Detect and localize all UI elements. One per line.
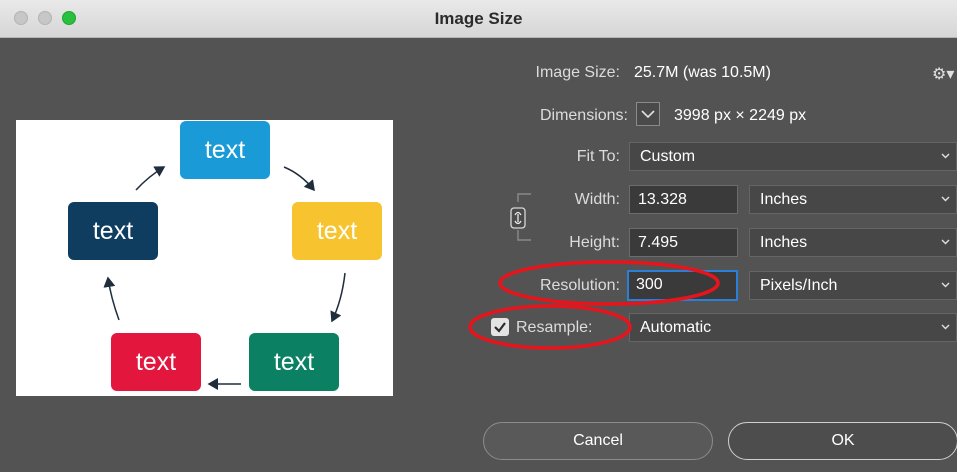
resample-select[interactable]: Automatic [629, 313, 957, 342]
dimensions-label: Dimensions: [539, 107, 628, 124]
diagram-box-top: text [180, 121, 270, 179]
chevron-down-icon [941, 324, 950, 330]
box-label: text [316, 216, 358, 245]
box-label: text [135, 347, 177, 376]
window-title: Image Size [434, 9, 523, 28]
fit-to-label: Fit To: [576, 148, 620, 165]
dimensions-unit-dropdown[interactable] [636, 102, 660, 126]
height-input[interactable]: 7.495 [629, 228, 738, 257]
chevron-down-icon [941, 153, 950, 159]
width-label: Width: [574, 191, 620, 208]
image-size-label: Image Size: [535, 64, 620, 81]
image-preview: text text text text text [16, 120, 393, 396]
resolution-unit-select[interactable]: Pixels/Inch [749, 271, 957, 300]
chevron-down-icon [941, 239, 950, 245]
box-label: text [273, 347, 315, 376]
checkmark-icon [494, 322, 506, 333]
chevron-down-icon [941, 282, 950, 288]
diagram-box-left: text [68, 202, 158, 260]
fit-to-value: Custom [640, 148, 696, 165]
height-unit-select[interactable]: Inches [749, 228, 957, 257]
resolution-label: Resolution: [539, 277, 620, 294]
resolution-input[interactable]: 300 [627, 270, 738, 301]
width-input[interactable]: 13.328 [629, 185, 738, 214]
height-label: Height: [569, 234, 620, 251]
resolution-unit-value: Pixels/Inch [760, 277, 838, 294]
height-unit-value: Inches [760, 234, 808, 251]
resample-checkbox[interactable] [491, 318, 509, 336]
dimensions-value: 3998 px × 2249 px [674, 107, 807, 124]
diagram-box-bottom-right: text [249, 333, 339, 391]
chevron-down-icon [641, 110, 655, 119]
cancel-button[interactable]: Cancel [483, 422, 713, 460]
box-label: text [204, 135, 246, 164]
image-size-value: 25.7M (was 10.5M) [634, 64, 771, 81]
resample-value: Automatic [640, 319, 712, 336]
diagram-box-right: text [292, 202, 382, 260]
ok-button[interactable]: OK [728, 422, 957, 460]
resample-label: Resample: [516, 319, 593, 336]
width-unit-select[interactable]: Inches [749, 185, 957, 214]
gear-icon[interactable]: ⚙▾ [932, 64, 954, 84]
box-label: text [92, 216, 134, 245]
width-unit-value: Inches [760, 191, 808, 208]
title-bar: Image Size [0, 0, 957, 38]
diagram-box-bottom-left: text [111, 333, 201, 391]
chevron-down-icon [941, 196, 950, 202]
fit-to-select[interactable]: Custom [629, 142, 957, 171]
